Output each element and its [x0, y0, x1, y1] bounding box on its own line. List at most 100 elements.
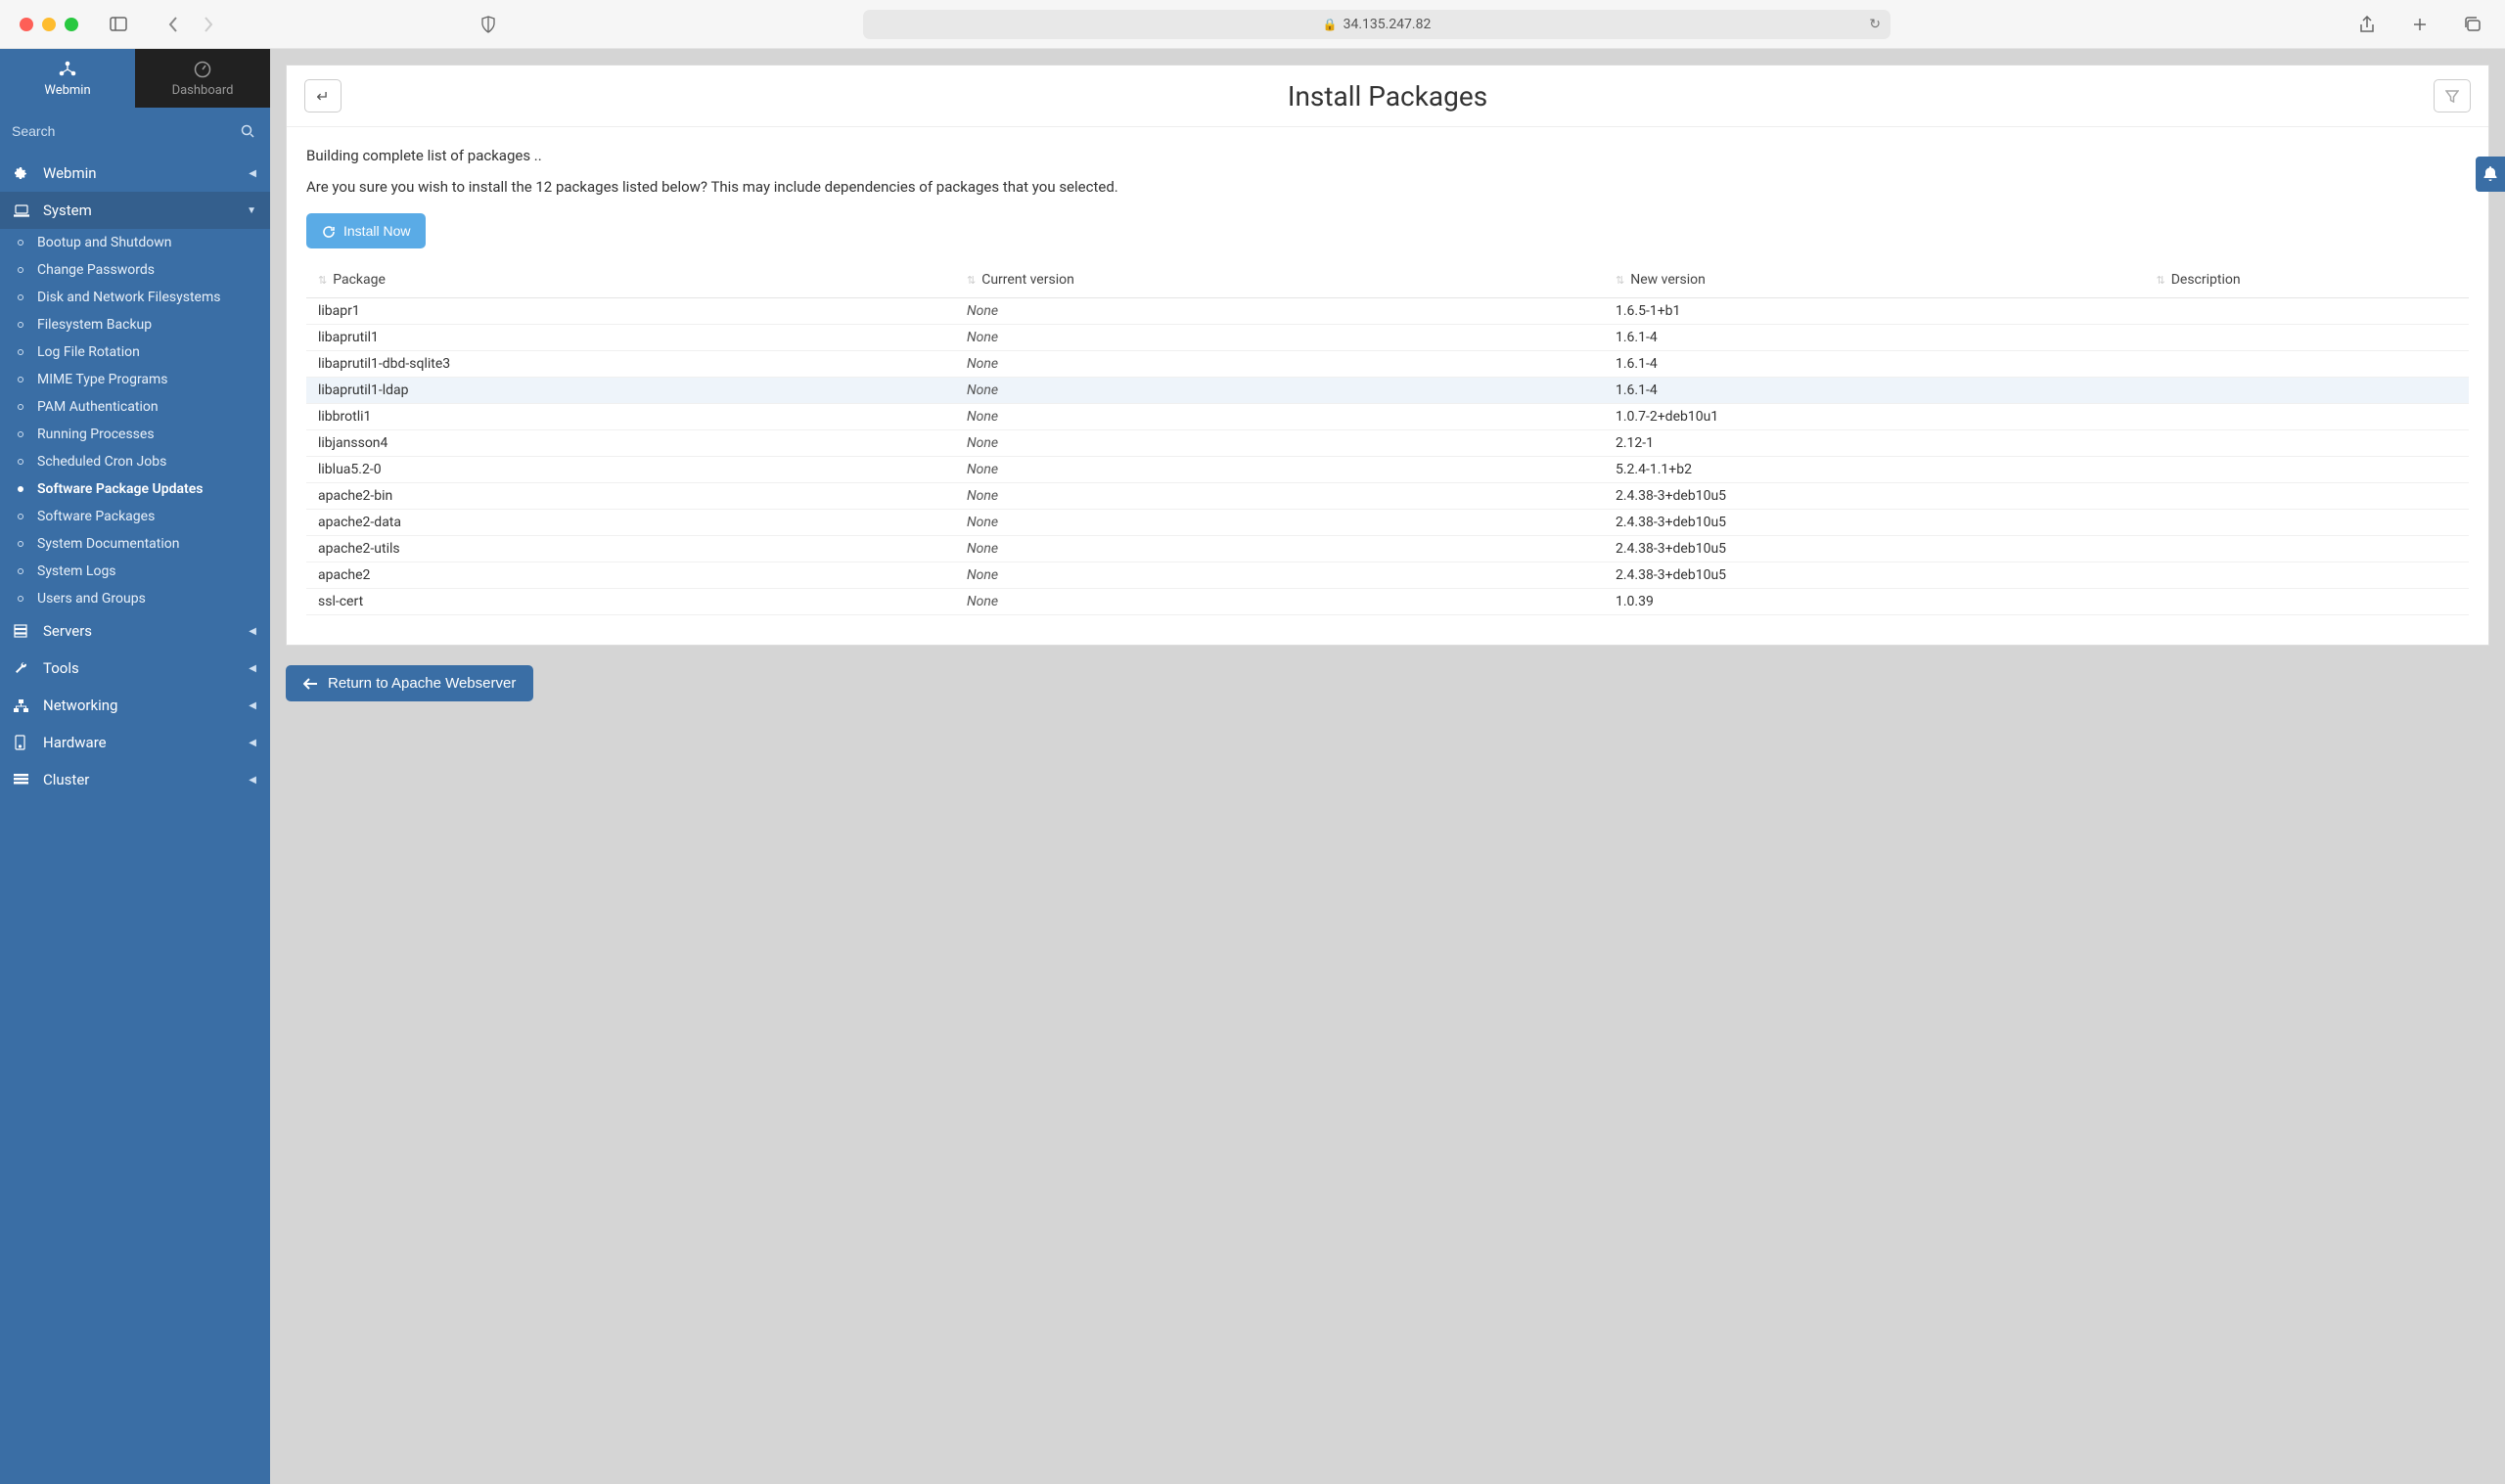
table-row[interactable]: ssl-certNone1.0.39 — [306, 589, 2469, 615]
url-text: 34.135.247.82 — [1344, 17, 1432, 32]
table-row[interactable]: liblua5.2-0None5.2.4-1.1+b2 — [306, 457, 2469, 483]
share-icon[interactable] — [2354, 12, 2380, 37]
sidebar-item-label: System Documentation — [37, 536, 179, 552]
cell-new-version: 1.6.1-4 — [1604, 378, 2145, 404]
reload-icon[interactable]: ↻ — [1869, 17, 1881, 32]
table-row[interactable]: libaprutil1-dbd-sqlite3None1.6.1-4 — [306, 351, 2469, 378]
sidebar-item-change-passwords[interactable]: Change Passwords — [0, 256, 270, 284]
sidebar-item-label: System Logs — [37, 563, 116, 579]
bullet-icon — [18, 294, 23, 300]
sidebar-item-running-processes[interactable]: Running Processes — [0, 421, 270, 448]
cell-package: libapr1 — [306, 298, 955, 325]
nav-system[interactable]: System ▼ — [0, 192, 270, 229]
sidebar-item-filesystem-backup[interactable]: Filesystem Backup — [0, 311, 270, 338]
sidebar-item-software-package-updates[interactable]: Software Package Updates — [0, 475, 270, 503]
nav-hardware[interactable]: Hardware ◀ — [0, 724, 270, 761]
cell-current-version: None — [955, 325, 1604, 351]
cell-new-version: 1.6.5-1+b1 — [1604, 298, 2145, 325]
lock-icon: 🔒 — [1323, 18, 1338, 31]
cell-current-version: None — [955, 562, 1604, 589]
table-row[interactable]: apache2None2.4.38-3+deb10u5 — [306, 562, 2469, 589]
sidebar-item-mime-type-programs[interactable]: MIME Type Programs — [0, 366, 270, 393]
status-text: Building complete list of packages .. — [306, 147, 2469, 164]
cell-description — [2145, 483, 2470, 510]
sidebar-item-label: Software Package Updates — [37, 481, 203, 497]
sidebar-item-software-packages[interactable]: Software Packages — [0, 503, 270, 530]
install-now-button[interactable]: Install Now — [306, 213, 426, 248]
cell-new-version: 2.4.38-3+deb10u5 — [1604, 510, 2145, 536]
chevron-left-icon: ◀ — [249, 663, 256, 674]
nav-webmin-label: Webmin — [43, 164, 97, 182]
chevron-down-icon: ▼ — [247, 205, 256, 216]
back-button[interactable] — [160, 12, 186, 37]
nav-webmin[interactable]: Webmin ◀ — [0, 155, 270, 192]
sidebar-item-label: MIME Type Programs — [37, 372, 168, 387]
tab-dashboard[interactable]: Dashboard — [135, 49, 270, 108]
tab-webmin[interactable]: Webmin — [0, 49, 135, 108]
refresh-icon — [322, 223, 336, 239]
filter-button[interactable] — [2434, 79, 2471, 112]
back-button[interactable]: ↵ — [304, 79, 342, 112]
sidebar-item-log-file-rotation[interactable]: Log File Rotation — [0, 338, 270, 366]
cell-new-version: 2.4.38-3+deb10u5 — [1604, 483, 2145, 510]
network-icon — [14, 697, 33, 713]
table-row[interactable]: libjansson4None2.12-1 — [306, 430, 2469, 457]
bullet-icon — [18, 541, 23, 547]
col-new-version[interactable]: ⇅New version — [1604, 262, 2145, 298]
col-current-version[interactable]: ⇅Current version — [955, 262, 1604, 298]
table-row[interactable]: libapr1None1.6.5-1+b1 — [306, 298, 2469, 325]
nav-tools-label: Tools — [43, 659, 79, 677]
sidebar-item-label: Filesystem Backup — [37, 317, 152, 333]
cell-description — [2145, 378, 2470, 404]
cell-description — [2145, 351, 2470, 378]
minimize-window-button[interactable] — [42, 18, 56, 31]
url-bar[interactable]: 🔒 34.135.247.82 ↻ — [863, 10, 1890, 39]
table-row[interactable]: apache2-binNone2.4.38-3+deb10u5 — [306, 483, 2469, 510]
return-button[interactable]: Return to Apache Webserver — [286, 665, 533, 701]
wrench-icon — [14, 660, 33, 676]
new-tab-icon[interactable] — [2407, 12, 2433, 37]
cell-new-version: 1.0.7-2+deb10u1 — [1604, 404, 2145, 430]
sidebar-item-system-documentation[interactable]: System Documentation — [0, 530, 270, 558]
search-input[interactable] — [12, 117, 258, 145]
bullet-icon — [18, 240, 23, 246]
table-row[interactable]: apache2-utilsNone2.4.38-3+deb10u5 — [306, 536, 2469, 562]
table-row[interactable]: libaprutil1-ldapNone1.6.1-4 — [306, 378, 2469, 404]
maximize-window-button[interactable] — [65, 18, 78, 31]
sidebar-item-scheduled-cron-jobs[interactable]: Scheduled Cron Jobs — [0, 448, 270, 475]
sidebar-item-label: Bootup and Shutdown — [37, 235, 172, 250]
table-row[interactable]: apache2-dataNone2.4.38-3+deb10u5 — [306, 510, 2469, 536]
dashboard-icon — [194, 60, 211, 79]
cell-description — [2145, 457, 2470, 483]
cell-current-version: None — [955, 351, 1604, 378]
sidebar-item-disk-and-network-filesystems[interactable]: Disk and Network Filesystems — [0, 284, 270, 311]
nav-servers[interactable]: Servers ◀ — [0, 612, 270, 650]
cell-package: libaprutil1-dbd-sqlite3 — [306, 351, 955, 378]
nav-networking[interactable]: Networking ◀ — [0, 687, 270, 724]
sidebar-toggle-icon[interactable] — [106, 12, 131, 37]
bullet-icon — [18, 267, 23, 273]
notifications-tab[interactable] — [2476, 157, 2505, 192]
close-window-button[interactable] — [20, 18, 33, 31]
confirm-text: Are you sure you wish to install the 12 … — [306, 178, 2469, 196]
shield-icon[interactable] — [476, 12, 501, 37]
table-row[interactable]: libaprutil1None1.6.1-4 — [306, 325, 2469, 351]
table-row[interactable]: libbrotli1None1.0.7-2+deb10u1 — [306, 404, 2469, 430]
tabs-overview-icon[interactable] — [2460, 12, 2485, 37]
nav-cluster[interactable]: Cluster ◀ — [0, 761, 270, 798]
search-icon[interactable] — [241, 123, 254, 139]
col-package[interactable]: ⇅Package — [306, 262, 955, 298]
sidebar-item-bootup-and-shutdown[interactable]: Bootup and Shutdown — [0, 229, 270, 256]
sidebar-item-users-and-groups[interactable]: Users and Groups — [0, 585, 270, 612]
cell-current-version: None — [955, 404, 1604, 430]
tab-webmin-label: Webmin — [44, 83, 90, 98]
sidebar-item-pam-authentication[interactable]: PAM Authentication — [0, 393, 270, 421]
window-controls — [20, 18, 78, 31]
cell-new-version: 2.4.38-3+deb10u5 — [1604, 536, 2145, 562]
col-description[interactable]: ⇅Description — [2145, 262, 2470, 298]
nav-tools[interactable]: Tools ◀ — [0, 650, 270, 687]
sidebar-item-label: Software Packages — [37, 509, 155, 524]
bullet-icon — [18, 596, 23, 602]
sidebar-item-system-logs[interactable]: System Logs — [0, 558, 270, 585]
forward-button[interactable] — [196, 12, 221, 37]
